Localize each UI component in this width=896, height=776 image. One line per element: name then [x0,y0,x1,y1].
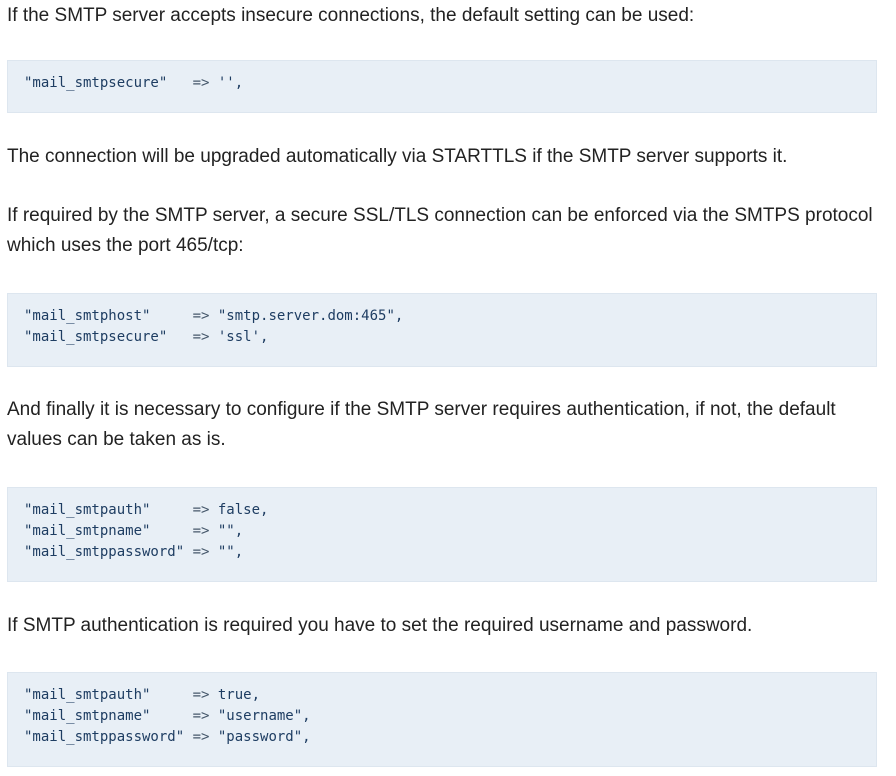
config-value: "", [217,523,244,539]
code-line: "mail_smtpauth" => true, [24,685,860,706]
code-line: "mail_smtpname" => "", [24,521,860,542]
code-block-auth: "mail_smtpauth" => true, "mail_smtpname" … [7,672,877,767]
config-value: 'ssl', [217,329,269,345]
config-key: "mail_smtpname" [24,708,185,724]
code-line: "mail_smtppassword" => "", [24,542,860,563]
config-key: "mail_smtpauth" [24,502,185,518]
config-key: "mail_smtpsecure" [24,75,185,91]
config-key: "mail_smtpname" [24,523,185,539]
code-block-no-auth: "mail_smtpauth" => false, "mail_smtpname"… [7,487,877,582]
config-value: "password", [217,729,311,745]
arrow-operator: => [184,687,218,703]
config-key: "mail_smtppassword" [24,544,185,560]
config-value: "smtp.server.dom:465", [217,308,404,324]
code-line: "mail_smtppassword" => "password", [24,727,860,748]
paragraph-authentication: And finally it is necessary to configure… [7,399,836,450]
config-key: "mail_smtpsecure" [24,329,185,345]
paragraph-insecure-default: If the SMTP server accepts insecure conn… [7,5,695,26]
code-line: "mail_smtphost" => "smtp.server.dom:465"… [24,306,860,327]
paragraph-auth-required: If SMTP authentication is required you h… [7,615,753,636]
config-value: false, [217,502,269,518]
code-line: "mail_smtpname" => "username", [24,706,860,727]
config-value: "", [217,544,244,560]
config-key: "mail_smtppassword" [24,729,185,745]
arrow-operator: => [184,308,218,324]
config-value: "username", [217,708,311,724]
code-line: "mail_smtpsecure" => '', [24,73,860,94]
code-line: "mail_smtpsecure" => 'ssl', [24,327,860,348]
config-key: "mail_smtpauth" [24,687,185,703]
arrow-operator: => [184,729,218,745]
code-block-insecure: "mail_smtpsecure" => '', [7,60,877,113]
arrow-operator: => [184,502,218,518]
arrow-operator: => [184,75,218,91]
paragraph-smtps: If required by the SMTP server, a secure… [7,205,873,256]
config-value: true, [217,687,261,703]
arrow-operator: => [184,329,218,345]
config-key: "mail_smtphost" [24,308,185,324]
arrow-operator: => [184,523,218,539]
code-block-smtps: "mail_smtphost" => "smtp.server.dom:465"… [7,293,877,367]
paragraph-starttls: The connection will be upgraded automati… [7,146,788,167]
arrow-operator: => [184,708,218,724]
code-line: "mail_smtpauth" => false, [24,500,860,521]
config-value: '', [217,75,244,91]
arrow-operator: => [184,544,218,560]
